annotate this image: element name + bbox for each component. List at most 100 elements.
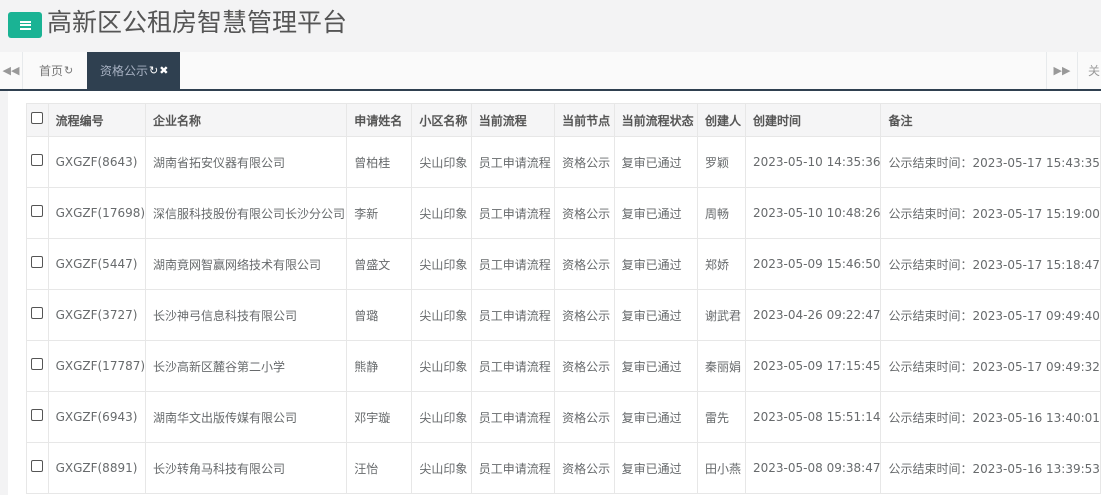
table-cell: 罗颖 xyxy=(697,136,747,188)
tab-home-label: 首页 xyxy=(39,64,64,78)
table-cell: 复审已通过 xyxy=(613,391,699,443)
column-header[interactable]: 小区名称 xyxy=(411,103,472,137)
row-checkbox[interactable] xyxy=(31,459,44,472)
table-cell: GXGZF(17698) xyxy=(47,187,147,239)
column-header[interactable]: 当前节点 xyxy=(554,103,615,137)
table-cell: 员工申请流程 xyxy=(470,391,556,443)
table-cell: 长沙高新区麓谷第二小学 xyxy=(145,340,348,392)
row-checkbox[interactable] xyxy=(31,357,44,370)
menu-toggle-button[interactable] xyxy=(8,12,42,38)
column-header[interactable]: 创建人 xyxy=(697,103,747,137)
table-cell: 湖南华文出版传媒有限公司 xyxy=(145,391,348,443)
table-row[interactable]: GXGZF(3727) 长沙神弓信息科技有限公司 曾璐 尖山印象 员工申请流程 资格公示复… xyxy=(26,289,1101,341)
tab-bar: ◀◀ 首页 ↻ 资格公示 ↻ ✖ ▶▶ 关 xyxy=(0,52,1101,91)
table-cell: 员工申请流程 xyxy=(470,187,556,239)
table-cell: 2023-04-26 09:22:47 xyxy=(745,289,882,341)
table-cell: 资格公示 xyxy=(554,136,615,188)
table-cell: 公示结束时间：2023-05-17 09:49:40 xyxy=(880,289,1101,341)
table-cell: 曾盛文 xyxy=(346,238,413,290)
column-header[interactable]: 企业名称 xyxy=(145,103,348,137)
table-cell: 资格公示 xyxy=(554,289,615,341)
table-cell: 湖南竟网智赢网络技术有限公司 xyxy=(145,238,348,290)
select-all-checkbox[interactable] xyxy=(31,111,44,124)
table-row[interactable]: GXGZF(17787) 长沙高新区麓谷第二小学 熊静 尖山印象 员工申请流程 资格公示复… xyxy=(26,340,1101,392)
column-header[interactable]: 创建时间 xyxy=(745,103,882,137)
tab-active-label: 资格公示 xyxy=(100,64,149,78)
hamburger-icon xyxy=(19,20,31,30)
double-chevron-right-icon: ▶▶ xyxy=(1053,64,1071,77)
table-cell: 2023-05-08 15:51:14 xyxy=(745,391,882,443)
table-cell: 曾璐 xyxy=(346,289,413,341)
table-cell: 2023-05-09 15:46:50 xyxy=(745,238,882,290)
table-cell: GXGZF(17787) xyxy=(47,340,147,392)
table-cell: 资格公示 xyxy=(554,442,615,494)
table-cell: 尖山印象 xyxy=(411,187,472,239)
row-checkbox[interactable] xyxy=(31,306,44,319)
table-cell: 公示结束时间：2023-05-16 13:39:53 xyxy=(880,442,1101,494)
table-cell: 长沙转角马科技有限公司 xyxy=(145,442,348,494)
tab-home[interactable]: 首页 ↻ xyxy=(26,52,86,89)
row-checkbox[interactable] xyxy=(31,408,44,421)
table-cell: 复审已通过 xyxy=(613,238,699,290)
table-cell: 湖南省拓安仪器有限公司 xyxy=(145,136,348,188)
close-tabs-menu[interactable]: 关 xyxy=(1077,52,1101,89)
table-cell: 公示结束时间：2023-05-17 15:18:47 xyxy=(880,238,1101,290)
table-cell: 尖山印象 xyxy=(411,340,472,392)
row-select-cell xyxy=(26,442,49,494)
table-cell: 资格公示 xyxy=(554,238,615,290)
table-cell: 复审已通过 xyxy=(613,340,699,392)
column-header[interactable]: 当前流程状态 xyxy=(613,103,699,137)
table-row[interactable]: GXGZF(5447) 湖南竟网智赢网络技术有限公司 曾盛文 尖山印象 员工申请流程 资格… xyxy=(26,238,1101,290)
row-checkbox[interactable] xyxy=(31,153,44,166)
table-row[interactable]: GXGZF(6943) 湖南华文出版传媒有限公司 邓宇璇 尖山印象 员工申请流程 资格公示… xyxy=(26,391,1101,443)
column-header[interactable]: 当前流程 xyxy=(470,103,556,137)
row-select-cell xyxy=(26,136,49,188)
table-cell: 员工申请流程 xyxy=(470,136,556,188)
top-header: 高新区公租房智慧管理平台 xyxy=(0,0,1101,52)
column-header[interactable]: 备注 xyxy=(880,103,1101,137)
table-cell: 公示结束时间：2023-05-17 15:43:35 xyxy=(880,136,1101,188)
table-cell: 复审已通过 xyxy=(613,187,699,239)
main-content: 流程编号 企业名称 申请姓名 小区名称 当前流程 当前节点 当前流程状态 创建人… xyxy=(8,91,1101,495)
tab-scroll-left-button[interactable]: ◀◀ xyxy=(0,52,23,89)
process-table: 流程编号 企业名称 申请姓名 小区名称 当前流程 当前节点 当前流程状态 创建人… xyxy=(26,103,1101,494)
table-cell: 尖山印象 xyxy=(411,238,472,290)
table-cell: 2023-05-09 17:15:45 xyxy=(745,340,882,392)
table-cell: GXGZF(8891) xyxy=(47,442,147,494)
table-cell: 员工申请流程 xyxy=(470,238,556,290)
row-checkbox[interactable] xyxy=(31,255,44,268)
table-cell: 周畅 xyxy=(697,187,747,239)
column-header[interactable]: 流程编号 xyxy=(47,103,147,137)
table-cell: GXGZF(6943) xyxy=(47,391,147,443)
refresh-icon[interactable]: ↻ xyxy=(64,64,73,77)
table-wrapper: 流程编号 企业名称 申请姓名 小区名称 当前流程 当前节点 当前流程状态 创建人… xyxy=(26,103,1101,494)
refresh-icon[interactable]: ↻ xyxy=(149,64,158,77)
table-cell: 员工申请流程 xyxy=(470,340,556,392)
table-cell: 秦丽娟 xyxy=(697,340,747,392)
table-cell: 复审已通过 xyxy=(613,289,699,341)
tab-scroll-right-button[interactable]: ▶▶ xyxy=(1046,52,1077,89)
close-icon[interactable]: ✖ xyxy=(159,64,168,77)
table-cell: 曾柏桂 xyxy=(346,136,413,188)
table-row[interactable]: GXGZF(8891) 长沙转角马科技有限公司 汪怡 尖山印象 员工申请流程 资格公示 复审… xyxy=(26,442,1101,494)
table-row[interactable]: GXGZF(17698) 深信服科技股份有限公司长沙分公司 李新 尖山印象 员工申请流程… xyxy=(26,187,1101,239)
table-cell: 员工申请流程 xyxy=(470,289,556,341)
table-cell: 深信服科技股份有限公司长沙分公司 xyxy=(145,187,348,239)
table-row[interactable]: GXGZF(8643) 湖南省拓安仪器有限公司 曾柏桂 尖山印象 员工申请流程 资格公示复… xyxy=(26,136,1101,188)
row-checkbox[interactable] xyxy=(31,204,44,217)
row-select-cell xyxy=(26,238,49,290)
row-select-cell xyxy=(26,340,49,392)
table-cell: 资格公示 xyxy=(554,391,615,443)
tab-qualification-notice[interactable]: 资格公示 ↻ ✖ xyxy=(87,52,180,89)
table-cell: 郑娇 xyxy=(697,238,747,290)
table-cell: 员工申请流程 xyxy=(470,442,556,494)
row-select-cell xyxy=(26,289,49,341)
table-cell: GXGZF(5447) xyxy=(47,238,147,290)
column-header[interactable]: 申请姓名 xyxy=(346,103,413,137)
table-cell: 2023-05-10 10:48:26 xyxy=(745,187,882,239)
row-select-cell xyxy=(26,391,49,443)
row-select-cell xyxy=(26,187,49,239)
table-cell: 2023-05-08 09:38:47 xyxy=(745,442,882,494)
table-cell: GXGZF(3727) xyxy=(47,289,147,341)
table-cell: 李新 xyxy=(346,187,413,239)
